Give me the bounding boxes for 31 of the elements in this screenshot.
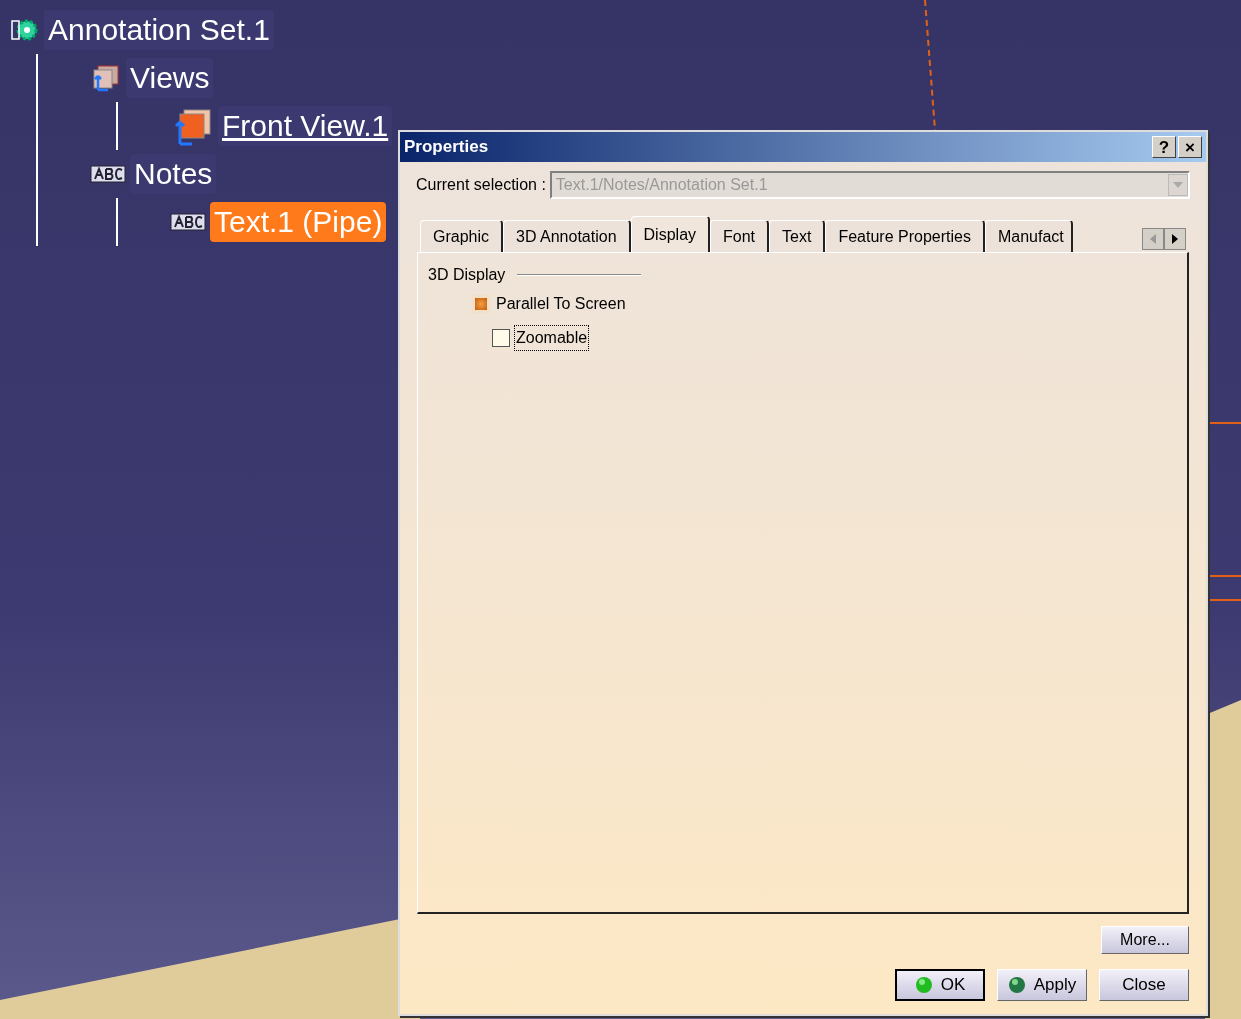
tab[interactable]: Manufact [984,220,1073,252]
more-button[interactable]: More... [1101,926,1189,954]
title-bar-button[interactable]: ? [1152,136,1176,158]
checkbox-label: Zoomable [514,325,590,351]
tab[interactable]: Display [630,216,711,252]
abc-text-icon [90,164,126,184]
window-title: Properties [404,136,489,159]
title-bar-button[interactable]: × [1178,136,1202,158]
field-label: Current selection : [416,175,546,195]
checkbox[interactable] [492,329,510,347]
dialog-button[interactable]: Close [1099,969,1189,1001]
group-title: 3D Display [428,265,506,285]
tree-item[interactable]: Front View.1 [218,106,393,146]
tree-item[interactable]: Annotation Set.1 [44,10,274,50]
tab[interactable]: Text [769,220,826,252]
ball-icon [1007,976,1026,994]
dialog-button[interactable]: Apply [997,969,1087,1001]
tree-item[interactable]: Views [126,58,214,98]
tab[interactable]: 3D Annotation [503,220,631,252]
left-arrow-icon [1150,234,1156,244]
right-arrow-icon [1172,234,1178,244]
ball-icon [914,976,933,994]
dialog-button[interactable]: OK [895,969,985,1001]
tree-item[interactable]: Notes [130,154,217,194]
abc-text-icon [170,212,206,232]
tab[interactable]: Feature Properties [825,220,985,252]
folder-views-icon [90,62,122,94]
tab[interactable]: Graphic [420,220,504,252]
tab[interactable]: Font [710,220,770,252]
checkbox-label: Parallel To Screen [495,294,627,314]
tab-scroll-right-button[interactable] [1164,228,1186,250]
